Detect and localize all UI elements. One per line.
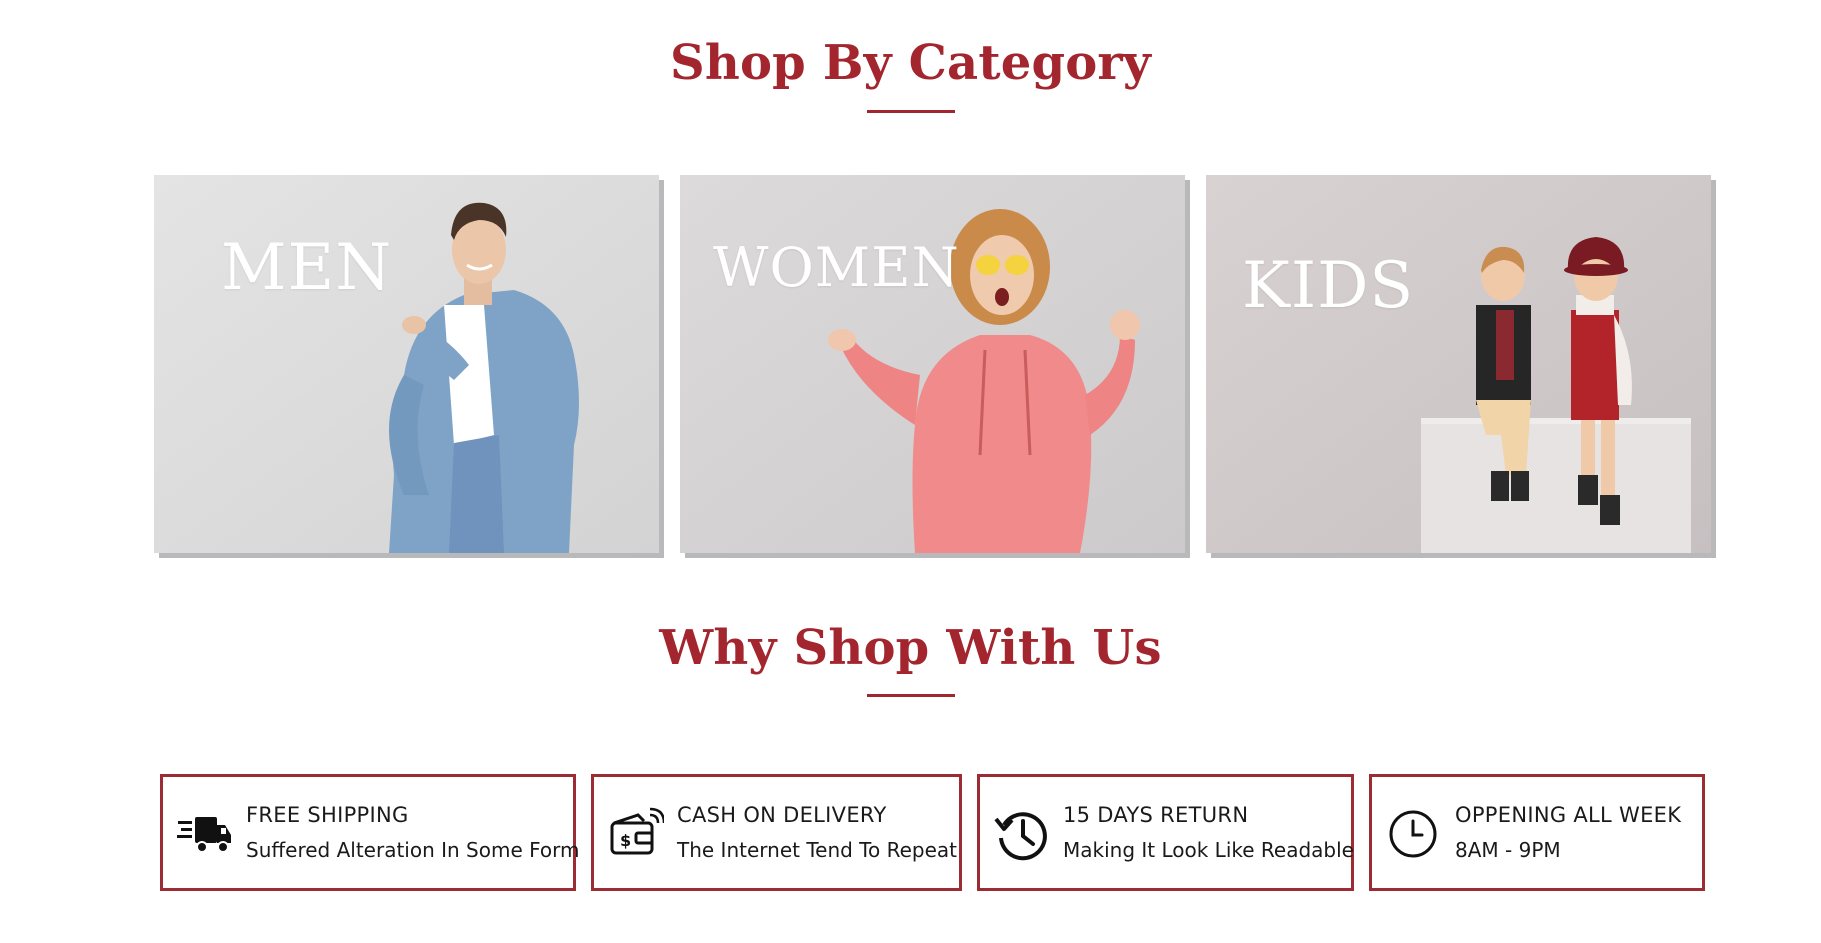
feature-subtitle: Making It Look Like Readable <box>1063 838 1354 862</box>
why-shop-title: Why Shop With Us <box>659 620 1162 676</box>
women-category-image <box>680 175 1185 553</box>
category-label-kids: KIDS <box>1242 249 1415 323</box>
feature-title: FREE SHIPPING <box>246 803 409 827</box>
title-underline <box>866 694 955 697</box>
feature-title: CASH ON DELIVERY <box>677 803 887 827</box>
return-history-icon <box>992 805 1050 863</box>
category-label-men: MEN <box>221 231 393 305</box>
category-card-men[interactable]: MEN <box>154 175 659 553</box>
feature-subtitle: The Internet Tend To Repeat <box>677 838 957 862</box>
category-card-women[interactable]: WOMEN <box>680 175 1185 553</box>
clock-icon <box>1384 805 1442 863</box>
category-label-women: WOMEN <box>713 236 960 299</box>
feature-cash-on-delivery: $ CASH ON DELIVERY The Internet Tend To … <box>591 774 962 891</box>
title-underline <box>866 110 955 113</box>
shop-by-category-title: Shop By Category <box>670 35 1151 91</box>
feature-opening-all-week: OPPENING ALL WEEK 8AM - 9PM <box>1369 774 1705 891</box>
delivery-truck-icon <box>175 805 233 863</box>
feature-title: OPPENING ALL WEEK <box>1455 803 1682 827</box>
feature-days-return: 15 DAYS RETURN Making It Look Like Reada… <box>977 774 1354 891</box>
wallet-dollar-icon: $ <box>606 805 664 863</box>
feature-free-shipping: FREE SHIPPING Suffered Alteration In Som… <box>160 774 580 891</box>
feature-subtitle: Suffered Alteration In Some Form <box>246 838 580 862</box>
kids-category-image <box>1206 175 1711 553</box>
feature-title: 15 DAYS RETURN <box>1063 803 1249 827</box>
svg-text:$: $ <box>620 831 631 850</box>
category-card-kids[interactable]: KIDS <box>1206 175 1711 553</box>
feature-subtitle: 8AM - 9PM <box>1455 838 1561 862</box>
